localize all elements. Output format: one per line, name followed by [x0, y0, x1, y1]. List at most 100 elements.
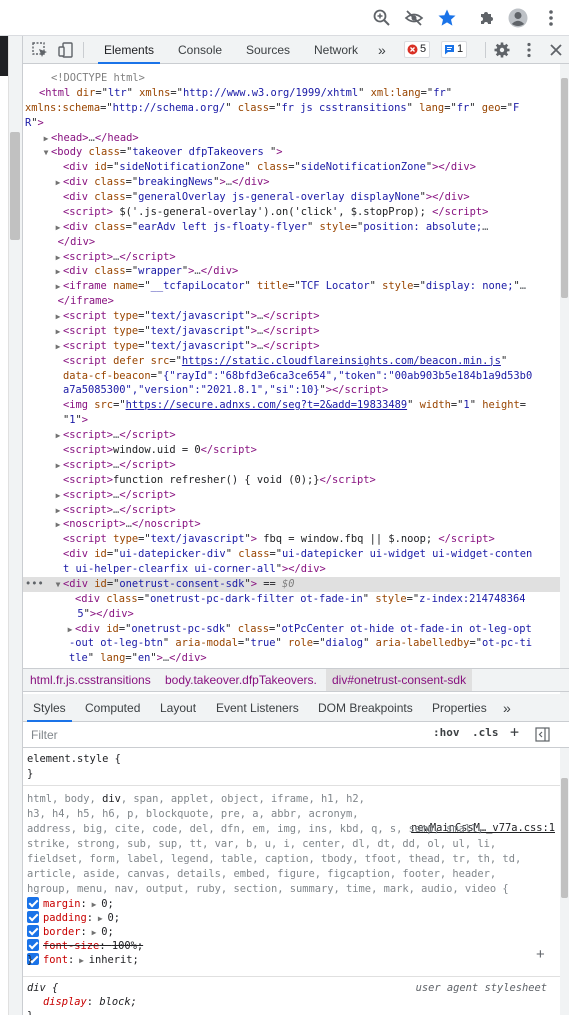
breadcrumb-current-div[interactable]: div#onetrust-consent-sdk	[326, 669, 473, 691]
dom-node[interactable]: ▶ <noscript>…</noscript>	[23, 517, 561, 532]
elements-tree[interactable]: <!DOCTYPE html> <html dir="ltr" xmlns="ht…	[23, 64, 569, 704]
tab-network[interactable]: Network	[314, 36, 358, 64]
dom-node[interactable]: ▶ <script type="text/javascript">…</scrip…	[23, 324, 561, 339]
tab-styles[interactable]: Styles	[27, 694, 72, 722]
more-vert-icon[interactable]	[520, 41, 538, 59]
expand-toggle-icon: ▼	[43, 148, 49, 158]
dom-node[interactable]: "1">	[23, 413, 561, 428]
dom-node[interactable]: <html dir="ltr" xmlns="http://www.w3.org…	[23, 86, 561, 101]
element-style-rule[interactable]: element.style { }	[23, 748, 561, 786]
hover-state-toggle[interactable]: :hov	[433, 726, 460, 739]
page-scrollbar-thumb[interactable]	[10, 132, 20, 240]
breadcrumb-body[interactable]: body.takeover.dfpTakeovers.	[165, 669, 317, 691]
tab-layout[interactable]: Layout	[160, 694, 196, 722]
add-property-button[interactable]: +	[536, 946, 545, 963]
tab-dom-breakpoints[interactable]: DOM Breakpoints	[318, 694, 413, 722]
eye-off-icon[interactable]	[404, 8, 424, 28]
dom-node[interactable]: ▶ <iframe name="__tcfapiLocator" title="T…	[23, 279, 561, 294]
messages-badge[interactable]: 1	[441, 41, 468, 58]
more-subtabs-button[interactable]: »	[503, 694, 511, 722]
user-agent-rule: div { user agent stylesheet display: blo…	[23, 977, 561, 1015]
tab-computed[interactable]: Computed	[85, 694, 140, 722]
close-icon[interactable]	[547, 41, 565, 59]
styles-scrollbar-thumb[interactable]	[561, 778, 568, 898]
selector-line: strike, strong, sub, sup, tt, var, b, u,…	[27, 838, 497, 850]
dom-node[interactable]: <div id="ui-datepicker-div" class="ui-da…	[23, 547, 561, 562]
element-style-selector: element.style {	[27, 753, 121, 765]
elements-scrollbar[interactable]	[560, 64, 569, 704]
class-toggle[interactable]: .cls	[472, 726, 499, 739]
dom-node[interactable]: data-cf-beacon="{"rayId":"68bfd3e6ca3ce6…	[23, 369, 561, 384]
dom-node[interactable]: </iframe>	[23, 294, 561, 309]
tab-elements[interactable]: Elements	[97, 36, 161, 64]
style-property-font-size[interactable]: font-size: 100%;	[27, 939, 143, 953]
styles-scrollbar[interactable]	[560, 748, 569, 1015]
reset-css-rule[interactable]: newMainCssM…_v77a.css:1 html, body, div,…	[23, 786, 561, 977]
expand-toggle-icon: ▼	[55, 579, 61, 589]
dom-node[interactable]: <script>window.uid = 0</script>	[23, 443, 561, 458]
profile-avatar-icon[interactable]	[508, 8, 528, 28]
dom-node[interactable]: ▶ <script>…</script>	[23, 488, 561, 503]
more-vert-icon[interactable]	[541, 8, 561, 28]
dom-node[interactable]: xmlns:schema="http://schema.org/" class=…	[23, 101, 561, 116]
dom-node[interactable]: -out ot-leg-btn" aria-modal="true" role=…	[23, 636, 561, 651]
dom-node[interactable]: ▶ <script type="text/javascript">…</scrip…	[23, 339, 561, 354]
settings-gear-icon[interactable]	[493, 41, 511, 59]
error-icon	[407, 44, 418, 55]
style-property-border[interactable]: border: ▶ 0;	[27, 925, 114, 939]
dom-node[interactable]: <div class="generalOverlay js-general-ov…	[23, 190, 561, 205]
errors-badge[interactable]: 5	[404, 41, 431, 58]
tab-event-listeners[interactable]: Event Listeners	[216, 694, 299, 722]
extensions-puzzle-icon[interactable]	[477, 8, 497, 28]
dom-node[interactable]: <!DOCTYPE html>	[23, 71, 561, 86]
inspect-element-icon[interactable]	[31, 41, 49, 59]
tab-properties[interactable]: Properties	[432, 694, 487, 722]
dom-node[interactable]: <script>function refresher() { void (0);…	[23, 473, 561, 488]
dom-node[interactable]: R">	[23, 116, 561, 131]
dom-node[interactable]: tle" lang="en">…</div>	[23, 651, 561, 666]
dom-node[interactable]: ▶ <script>…</script>	[23, 503, 561, 518]
styles-filter-input[interactable]	[27, 725, 423, 745]
dom-node[interactable]: t ui-helper-clearfix ui-corner-all"></di…	[23, 562, 561, 577]
elements-scrollbar-thumb[interactable]	[561, 78, 568, 298]
device-toolbar-icon[interactable]	[57, 41, 75, 59]
dom-node[interactable]: ▶ <div class="earAdv left js-floaty-flyer…	[23, 220, 561, 235]
dom-node[interactable]: <div class="onetrust-pc-dark-filter ot-f…	[23, 592, 561, 607]
dom-node[interactable]: <div id="sideNotificationZone" class="si…	[23, 160, 561, 175]
zoom-icon[interactable]	[372, 8, 392, 28]
bookmark-star-icon[interactable]	[437, 8, 457, 28]
dom-node[interactable]: ▶ <div class="wrapper">…</div>	[23, 264, 561, 279]
ua-selector: div {	[27, 982, 59, 994]
breadcrumb-html[interactable]: html.fr.js.csstransitions	[30, 669, 151, 691]
dom-node[interactable]: ▶ <div class="breakingNews">…</div>	[23, 175, 561, 190]
style-property-font[interactable]: font: ▶ inherit;	[27, 953, 139, 967]
dom-node[interactable]: <script defer src="https://static.cloudf…	[23, 354, 561, 369]
toolbar-divider	[485, 42, 486, 58]
computed-sidebar-toggle-icon[interactable]	[535, 727, 550, 742]
style-property-padding[interactable]: padding: ▶ 0;	[27, 911, 120, 925]
dom-node[interactable]: <img src="https://secure.adnxs.com/seg?t…	[23, 398, 561, 413]
dom-node[interactable]: </div>	[23, 235, 561, 250]
message-icon	[445, 45, 454, 55]
dom-node[interactable]: <script> $('.js-general-overlay').on('cl…	[23, 205, 561, 220]
new-style-rule-button[interactable]: +	[510, 723, 519, 741]
dom-node[interactable]: ▶ <script type="text/javascript">…</scrip…	[23, 309, 561, 324]
tab-sources[interactable]: Sources	[246, 36, 290, 64]
dom-node[interactable]: <script type="text/javascript"> fbq = wi…	[23, 532, 561, 547]
style-property-margin[interactable]: margin: ▶ 0;	[27, 897, 114, 911]
dom-node[interactable]: a7a5085300","version":"2021.8.1","si":10…	[23, 383, 561, 398]
devtools-panel: Elements Console Sources Network » 5 1 <…	[22, 36, 569, 1015]
dom-node[interactable]: ▼ <body class="takeover dfpTakeovers ">	[23, 145, 561, 160]
dom-node[interactable]: ▶ <div id="onetrust-pc-sdk" class="otPcCe…	[23, 622, 561, 637]
dom-node[interactable]: ▶ <head>…</head>	[23, 131, 561, 146]
dom-node[interactable]: ▶ <script>…</script>	[23, 250, 561, 265]
tab-console[interactable]: Console	[178, 36, 222, 64]
dom-node-selected[interactable]: ••• ▼ <div id="onetrust-consent-sdk"> == $…	[23, 576, 561, 592]
more-tabs-button[interactable]: »	[378, 36, 386, 64]
property-checkbox	[27, 911, 39, 923]
selector-line: h3, h4, h5, h6, p, blockquote, pre, a, a…	[27, 808, 359, 820]
breadcrumb: html.fr.js.csstransitions body.takeover.…	[23, 668, 569, 692]
dom-node[interactable]: ▶ <script>…</script>	[23, 458, 561, 473]
dom-node[interactable]: ▶ <script>…</script>	[23, 428, 561, 443]
dom-node[interactable]: 5"></div>	[23, 607, 561, 622]
